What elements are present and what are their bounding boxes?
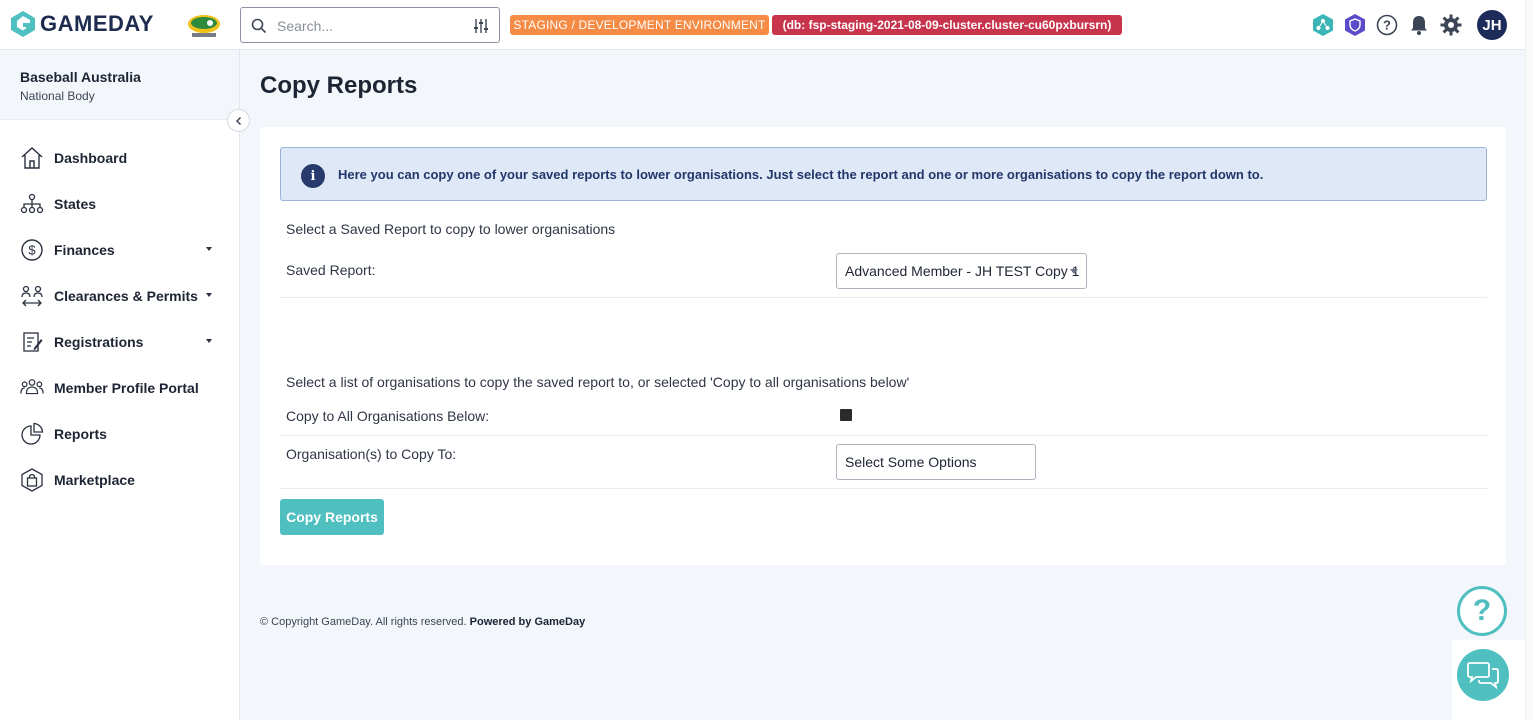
section-organisations-lead: Select a list of organisations to copy t… <box>286 374 910 390</box>
sidebar-item-label: Reports <box>54 426 107 442</box>
form-icon <box>20 330 44 354</box>
hierarchy-icon <box>20 192 44 216</box>
network-icon[interactable] <box>1310 12 1336 38</box>
people-group-icon <box>20 376 44 400</box>
info-text: Here you can copy one of your saved repo… <box>338 167 1264 182</box>
section-saved-report-lead: Select a Saved Report to copy to lower o… <box>286 221 616 237</box>
environment-badge: STAGING / DEVELOPMENT ENVIRONMENT <box>510 15 769 35</box>
transfer-people-icon <box>20 284 44 308</box>
saved-report-select[interactable]: Advanced Member - JH TEST Copy 1 <box>836 253 1087 289</box>
svg-text:?: ? <box>1383 18 1391 33</box>
sidebar-item-label: Marketplace <box>54 472 135 488</box>
sidebar-nav: Dashboard States $ Finances Clearances &… <box>0 135 240 503</box>
svg-text:$: $ <box>28 243 36 258</box>
copy-all-row: Copy to All Organisations Below: <box>280 397 1487 436</box>
footer-powered-by[interactable]: Powered by GameDay <box>470 616 586 628</box>
sidebar-item-states[interactable]: States <box>0 181 240 227</box>
chevron-down-icon <box>206 247 212 251</box>
gameday-logo-icon <box>11 11 35 37</box>
database-badge: (db: fsp-staging-2021-08-09-cluster.clus… <box>772 15 1122 35</box>
page-title: Copy Reports <box>260 72 418 99</box>
pie-chart-icon <box>20 422 44 446</box>
chat-button[interactable] <box>1457 649 1509 701</box>
sidebar-item-member-profile-portal[interactable]: Member Profile Portal <box>0 365 240 411</box>
chevron-left-icon <box>235 116 241 125</box>
sidebar-item-label: Dashboard <box>54 150 128 166</box>
organisations-placeholder: Select Some Options <box>845 454 977 470</box>
help-fab-button[interactable]: ? <box>1457 586 1507 636</box>
footer: © Copyright GameDay. All rights reserved… <box>260 616 585 628</box>
collapse-sidebar-button[interactable] <box>227 109 250 132</box>
saved-report-value: Advanced Member - JH TEST Copy 1 <box>845 263 1080 279</box>
footer-copyright: © Copyright GameDay. All rights reserved… <box>260 616 467 628</box>
copy-all-checkbox[interactable] <box>840 409 852 421</box>
header-actions: ? <box>1310 11 1470 39</box>
organisations-row: Organisation(s) to Copy To: Select Some … <box>280 436 1487 489</box>
copy-reports-form: i Here you can copy one of your saved re… <box>260 127 1506 565</box>
chat-icon <box>1467 662 1499 690</box>
scrollbar[interactable] <box>1525 0 1533 720</box>
dollar-icon: $ <box>20 238 44 262</box>
search-placeholder: Search... <box>277 18 334 34</box>
search-input[interactable]: Search... <box>240 7 500 43</box>
sidebar-item-label: Clearances & Permits <box>54 288 198 304</box>
copy-reports-button[interactable]: Copy Reports <box>280 499 384 535</box>
sidebar-item-label: States <box>54 196 97 212</box>
logo-text: GAMEDAY <box>40 11 154 36</box>
organisations-label: Organisation(s) to Copy To: <box>286 446 457 462</box>
shopping-bag-icon <box>20 468 44 492</box>
home-icon <box>20 146 44 170</box>
chevron-down-icon <box>206 293 212 297</box>
help-icon[interactable]: ? <box>1374 12 1400 38</box>
info-icon: i <box>301 164 325 188</box>
chevron-down-icon <box>206 339 212 343</box>
info-alert: i Here you can copy one of your saved re… <box>280 147 1487 201</box>
org-header: Baseball Australia National Body <box>0 50 239 120</box>
gameday-logo[interactable]: GAMEDAY <box>10 10 154 38</box>
sidebar-item-clearances[interactable]: Clearances & Permits <box>0 273 240 319</box>
sidebar-item-marketplace[interactable]: Marketplace <box>0 457 240 503</box>
organisations-multiselect[interactable]: Select Some Options <box>836 444 1036 480</box>
sidebar-item-label: Finances <box>54 242 115 258</box>
sidebar-item-label: Member Profile Portal <box>54 380 199 396</box>
gear-icon[interactable] <box>1438 12 1464 38</box>
org-name: Baseball Australia <box>20 69 141 85</box>
sidebar-item-reports[interactable]: Reports <box>0 411 240 457</box>
chat-widget <box>1452 640 1525 720</box>
org-level: National Body <box>20 89 95 103</box>
shield-icon[interactable] <box>1342 12 1368 38</box>
top-bar: GAMEDAY Search... STAGING / DEVELOPMENT … <box>0 0 1525 50</box>
user-avatar[interactable]: JH <box>1477 10 1507 40</box>
chevron-down-icon <box>1070 269 1078 274</box>
saved-report-row: Saved Report: Advanced Member - JH TEST … <box>280 247 1487 298</box>
search-icon <box>251 18 267 34</box>
copy-all-label: Copy to All Organisations Below: <box>286 408 490 424</box>
sidebar-item-registrations[interactable]: Registrations <box>0 319 240 365</box>
sidebar-item-dashboard[interactable]: Dashboard <box>0 135 240 181</box>
bell-icon[interactable] <box>1406 12 1432 38</box>
saved-report-label: Saved Report: <box>286 262 376 278</box>
baseball-australia-logo <box>188 15 220 37</box>
filter-sliders-icon[interactable] <box>473 18 489 34</box>
sidebar: Baseball Australia National Body Dashboa… <box>0 50 250 720</box>
sidebar-item-label: Registrations <box>54 334 144 350</box>
sidebar-item-finances[interactable]: $ Finances <box>0 227 240 273</box>
question-mark-icon: ? <box>1472 594 1492 627</box>
